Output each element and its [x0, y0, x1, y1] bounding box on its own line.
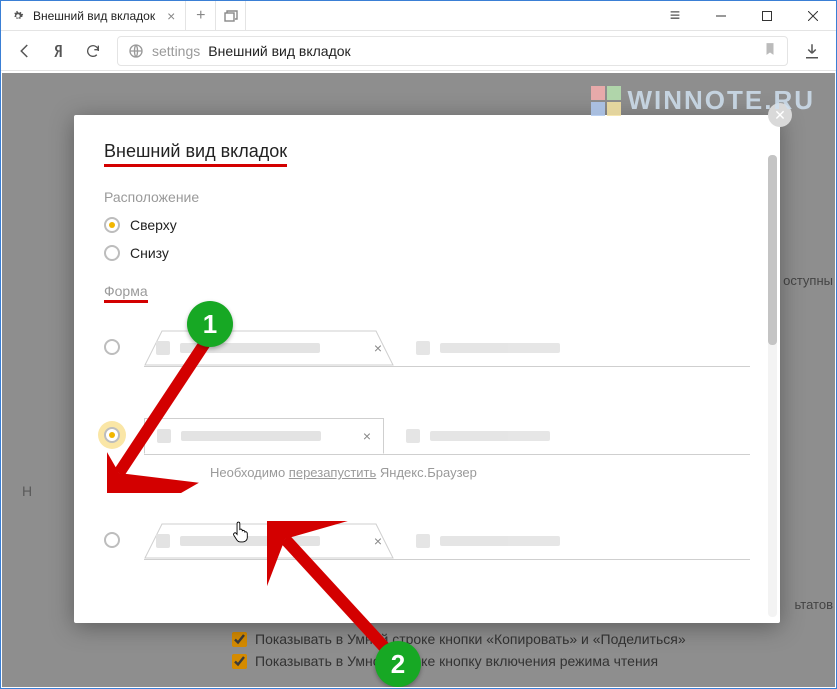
shape-option-trapezoid-2[interactable]: ×: [104, 514, 750, 560]
tab-close-icon[interactable]: ×: [167, 8, 175, 24]
browser-window: Внешний вид вкладок × + ≡ settings Внешн…: [0, 0, 837, 689]
pointer-cursor-icon: [232, 521, 250, 543]
tabstrip-preview-trapezoid: ×: [144, 321, 750, 367]
new-tab-button[interactable]: +: [186, 1, 216, 30]
bg-check-2[interactable]: Показывать в Умной строке кнопку включен…: [232, 653, 686, 669]
settings-dialog: ✕ Внешний вид вкладок Расположение Сверх…: [74, 115, 780, 623]
yandex-logo-icon[interactable]: [49, 41, 69, 61]
background-letter: Н: [22, 483, 32, 499]
background-checkboxes: Показывать в Умной строке кнопки «Копиро…: [232, 625, 686, 669]
reload-button[interactable]: [83, 41, 103, 61]
tab-active[interactable]: Внешний вид вкладок ×: [1, 1, 186, 30]
section-shape-label: Форма: [104, 283, 148, 303]
annotation-badge-2: 2: [375, 641, 421, 687]
back-button[interactable]: [15, 41, 35, 61]
minimize-button[interactable]: [698, 1, 744, 30]
radio-bottom-input[interactable]: [104, 245, 120, 261]
close-icon: ×: [374, 533, 382, 549]
annotation-badge-1: 1: [187, 301, 233, 347]
titlebar: Внешний вид вкладок × + ≡: [1, 1, 836, 31]
checkbox-reader[interactable]: [232, 654, 247, 669]
background-hint-2: ьтатов: [795, 597, 833, 612]
downloads-button[interactable]: [802, 41, 822, 61]
radio-bottom-label: Снизу: [130, 245, 169, 261]
maximize-button[interactable]: [744, 1, 790, 30]
shape-radio-trapezoid-2[interactable]: [104, 532, 120, 548]
shape-radio-rect[interactable]: [104, 427, 120, 443]
tabstrip-preview-rect: ×: [144, 409, 750, 455]
close-icon: ×: [374, 340, 382, 356]
tab-overview-button[interactable]: [216, 1, 246, 30]
tab-title: Внешний вид вкладок: [33, 9, 155, 23]
bookmark-icon[interactable]: [763, 42, 777, 59]
address-text: Внешний вид вкладок: [208, 43, 350, 59]
page-content: Н оступны ьтатов Показывать в Умной стро…: [2, 73, 835, 687]
background-hint-1: оступны: [783, 273, 833, 288]
dialog-title: Внешний вид вкладок: [104, 141, 287, 167]
gear-icon: [11, 9, 25, 23]
toolbar: settings Внешний вид вкладок: [1, 31, 836, 71]
checkbox-copy-share[interactable]: [232, 632, 247, 647]
shape-option-rect[interactable]: ×: [104, 409, 750, 455]
restart-note: Необходимо перезапустить Яндекс.Браузер: [210, 465, 750, 480]
close-icon: ×: [363, 428, 371, 444]
address-prefix: settings: [152, 43, 200, 59]
windows-flag-icon: [591, 86, 621, 116]
globe-icon: [128, 43, 144, 59]
radio-top-label: Сверху: [130, 217, 177, 233]
window-controls: ≡: [652, 1, 836, 30]
bg-check-1[interactable]: Показывать в Умной строке кнопки «Копиро…: [232, 631, 686, 647]
radio-top[interactable]: Сверху: [104, 217, 750, 233]
radio-top-input[interactable]: [104, 217, 120, 233]
address-bar[interactable]: settings Внешний вид вкладок: [117, 36, 788, 66]
menu-button[interactable]: ≡: [652, 1, 698, 30]
section-position-label: Расположение: [104, 189, 750, 205]
shape-radio-trapezoid[interactable]: [104, 339, 120, 355]
restart-link[interactable]: перезапустить: [289, 465, 376, 480]
radio-bottom[interactable]: Снизу: [104, 245, 750, 261]
close-window-button[interactable]: [790, 1, 836, 30]
